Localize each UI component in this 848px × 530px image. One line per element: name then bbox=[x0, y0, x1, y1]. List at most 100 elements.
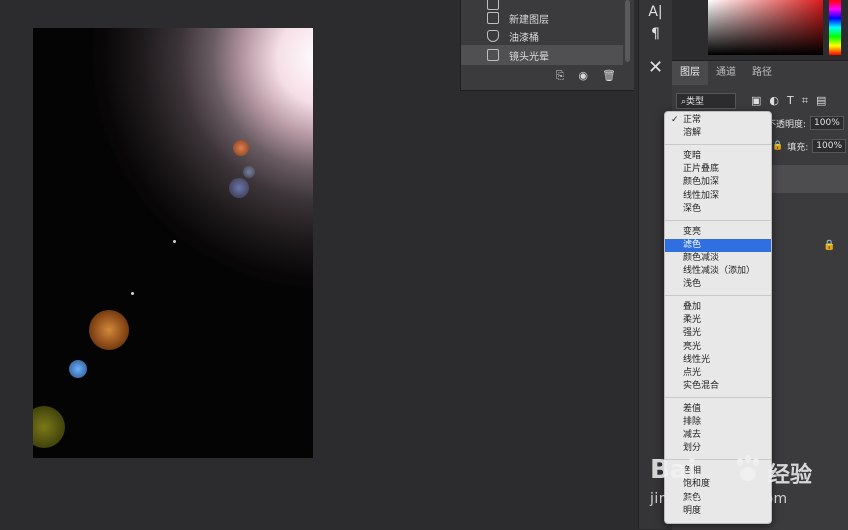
blend-mode-item[interactable]: 浅色 bbox=[665, 278, 771, 291]
blend-mode-item[interactable]: 排除 bbox=[665, 416, 771, 429]
blend-mode-item[interactable]: 线性光 bbox=[665, 354, 771, 367]
layers-tabs: 图层 通道 路径 bbox=[672, 61, 780, 85]
tab-channels[interactable]: 通道 bbox=[708, 61, 744, 85]
flare-orb bbox=[243, 166, 255, 178]
checkmark-icon: ✓ bbox=[671, 115, 679, 125]
blend-mode-item[interactable]: 亮光 bbox=[665, 341, 771, 354]
blend-mode-item[interactable]: 颜色减淡 bbox=[665, 252, 771, 265]
blend-mode-label: 滤色 bbox=[683, 239, 702, 250]
character-panel-button[interactable]: A| bbox=[639, 0, 672, 24]
blend-mode-item[interactable]: 溶解 bbox=[665, 127, 771, 140]
tab-layers[interactable]: 图层 bbox=[672, 61, 708, 85]
flare-orb bbox=[33, 406, 65, 448]
blend-mode-label: 亮光 bbox=[683, 341, 702, 352]
tools-panel-button[interactable]: ✕ bbox=[639, 56, 672, 80]
blend-mode-label: 叠加 bbox=[683, 302, 702, 313]
layer-row[interactable] bbox=[770, 165, 848, 193]
watermark-brand-cn: 经验 bbox=[768, 463, 813, 488]
menu-separator bbox=[665, 295, 771, 297]
camera-icon[interactable]: ◉ bbox=[578, 69, 588, 83]
flare-orb bbox=[89, 310, 129, 350]
trash-icon[interactable]: 🗑 bbox=[602, 69, 616, 83]
blend-mode-label: 划分 bbox=[683, 443, 702, 454]
paragraph-icon: ¶ bbox=[651, 26, 660, 42]
blend-mode-label: 变暗 bbox=[683, 151, 702, 162]
shape-filter-icon[interactable]: ⌗ bbox=[802, 94, 808, 108]
flare-orb bbox=[233, 140, 249, 156]
blend-mode-label: 强光 bbox=[683, 328, 702, 339]
blend-mode-label: 深色 bbox=[683, 203, 702, 214]
adjustment-filter-icon[interactable]: ◐ bbox=[769, 94, 779, 108]
blend-mode-item[interactable]: 减去 bbox=[665, 429, 771, 442]
flare-spark bbox=[131, 292, 134, 295]
blend-mode-item[interactable]: 滤色 bbox=[665, 238, 771, 252]
opacity-label: 不透明度: bbox=[767, 119, 807, 130]
history-item[interactable]: 新建图层 bbox=[461, 8, 623, 28]
opacity-input[interactable]: 100% bbox=[810, 116, 844, 130]
blend-mode-item[interactable]: 强光 bbox=[665, 327, 771, 340]
layer-filter-row: ⌕类型 ▣ ◐ T ⌗ ▤ bbox=[676, 92, 826, 110]
tab-paths[interactable]: 路径 bbox=[744, 61, 780, 85]
blend-mode-item[interactable]: 划分 bbox=[665, 442, 771, 455]
baidu-watermark: Bai 经验 jingyan.baidu.com bbox=[650, 455, 840, 515]
flare-orb bbox=[229, 178, 249, 198]
type-filter-icon[interactable]: T bbox=[787, 94, 794, 108]
blend-mode-label: 减去 bbox=[683, 430, 702, 441]
blend-mode-item[interactable]: 变暗 bbox=[665, 150, 771, 163]
layer-lock-icon: 🔒 bbox=[823, 240, 836, 251]
fill-input[interactable]: 100% bbox=[812, 139, 846, 153]
new-snapshot-icon[interactable]: ⎘ bbox=[556, 69, 565, 83]
blend-mode-label: 线性光 bbox=[683, 354, 711, 365]
history-panel: 新建图层 油漆桶 镜头光晕 ⎘ ◉ 🗑 bbox=[460, 0, 634, 91]
menu-separator bbox=[665, 396, 771, 398]
blend-mode-label: 实色混合 bbox=[683, 380, 720, 391]
smart-object-filter-icon[interactable]: ▤ bbox=[816, 94, 826, 108]
lock-icon[interactable]: 🔒 bbox=[772, 141, 783, 151]
blend-mode-label: 线性减淡（添加） bbox=[683, 266, 756, 276]
blend-mode-label: 柔光 bbox=[683, 315, 702, 326]
blend-mode-label: 点光 bbox=[683, 367, 702, 378]
blend-mode-item[interactable]: 颜色加深 bbox=[665, 176, 771, 189]
watermark-url: jingyan.baidu.com bbox=[650, 491, 788, 507]
character-panel-icon: A| bbox=[648, 4, 663, 20]
blend-mode-item[interactable]: 线性加深 bbox=[665, 190, 771, 203]
paragraph-panel-button[interactable]: ¶ bbox=[639, 22, 672, 46]
blend-mode-item[interactable]: 正片叠底 bbox=[665, 163, 771, 176]
blend-mode-item[interactable]: 实色混合 bbox=[665, 380, 771, 393]
history-item-active[interactable]: 镜头光晕 bbox=[461, 45, 623, 65]
tools-icon: ✕ bbox=[647, 57, 664, 78]
flare-orb bbox=[69, 360, 87, 378]
paw-logo-icon bbox=[733, 455, 763, 485]
fill-label: 填充: bbox=[787, 142, 809, 153]
layer-filter-select[interactable]: ⌕类型 bbox=[676, 93, 736, 109]
opacity-row: 不透明度: 100% bbox=[767, 116, 844, 130]
fill-row: 🔒 填充: 100% bbox=[772, 139, 846, 153]
history-scrollbar[interactable] bbox=[625, 0, 630, 62]
document-icon bbox=[487, 49, 499, 61]
blend-mode-item[interactable]: ✓ 正常 bbox=[665, 114, 771, 127]
blend-mode-item[interactable]: 柔光 bbox=[665, 314, 771, 327]
blend-mode-item[interactable]: 差值 bbox=[665, 403, 771, 416]
history-item-label: 新建图层 bbox=[509, 14, 549, 26]
blend-mode-label: 正片叠底 bbox=[683, 164, 720, 175]
history-item[interactable]: 油漆桶 bbox=[461, 26, 623, 46]
image-filter-icon[interactable]: ▣ bbox=[751, 94, 761, 108]
flare-spark bbox=[173, 240, 176, 243]
blend-mode-label: 正常 bbox=[683, 115, 702, 125]
color-picker-field[interactable] bbox=[708, 0, 823, 55]
document-icon bbox=[487, 12, 499, 24]
blend-mode-label: 颜色减淡 bbox=[683, 252, 720, 263]
history-item-label: 油漆桶 bbox=[509, 32, 539, 44]
history-toolbar: ⎘ ◉ 🗑 bbox=[556, 69, 616, 83]
blend-mode-item[interactable]: 叠加 bbox=[665, 301, 771, 314]
hue-slider[interactable] bbox=[829, 0, 841, 55]
blend-mode-item[interactable]: 深色 bbox=[665, 203, 771, 216]
blend-mode-label: 变亮 bbox=[683, 226, 702, 237]
blend-mode-item[interactable]: 变亮 bbox=[665, 226, 771, 239]
watermark-brand: Bai bbox=[650, 455, 697, 485]
blend-mode-item[interactable]: 点光 bbox=[665, 367, 771, 380]
lens-flare-glow bbox=[93, 28, 313, 288]
document-canvas[interactable] bbox=[33, 28, 313, 458]
blend-mode-label: 颜色加深 bbox=[683, 177, 720, 188]
blend-mode-item[interactable]: 线性减淡（添加） bbox=[665, 265, 771, 278]
